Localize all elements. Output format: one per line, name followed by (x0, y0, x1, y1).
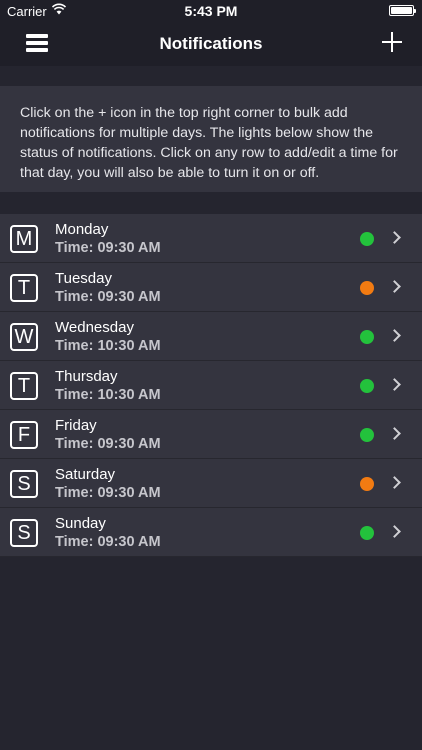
day-name: Saturday (55, 466, 116, 483)
status-light-icon (360, 281, 374, 295)
day-row-sunday[interactable]: S Sunday Time: 09:30 AM (0, 508, 422, 557)
day-row-saturday[interactable]: S Saturday Time: 09:30 AM (0, 459, 422, 508)
day-row-thursday[interactable]: T Thursday Time: 10:30 AM (0, 361, 422, 410)
day-time: Time: 09:30 AM (55, 240, 161, 256)
day-row-wednesday[interactable]: W Wednesday Time: 10:30 AM (0, 312, 422, 361)
chevron-right-icon (388, 427, 401, 440)
day-letter-badge: W (10, 323, 38, 351)
chevron-right-icon (388, 525, 401, 538)
page-title: Notifications (159, 34, 263, 53)
day-letter-badge: T (10, 274, 38, 302)
day-time: Time: 09:30 AM (55, 534, 161, 550)
day-letter-badge: M (10, 225, 38, 253)
day-name: Tuesday (55, 270, 112, 287)
day-letter-badge: S (10, 519, 38, 547)
chevron-right-icon (388, 280, 401, 293)
status-light-icon (360, 232, 374, 246)
chevron-right-icon (388, 329, 401, 342)
status-light-icon (360, 526, 374, 540)
day-time: Time: 10:30 AM (55, 338, 161, 354)
status-bar: Carrier 5:43 PM (0, 0, 422, 22)
day-time: Time: 10:30 AM (55, 387, 161, 403)
status-light-icon (360, 428, 374, 442)
day-letter-badge: F (10, 421, 38, 449)
day-row-tuesday[interactable]: T Tuesday Time: 09:30 AM (0, 263, 422, 312)
days-list: M Monday Time: 09:30 AM T Tuesday Time: 09:30… (0, 214, 422, 557)
day-time: Time: 09:30 AM (55, 485, 161, 501)
day-time: Time: 09:30 AM (55, 436, 161, 452)
day-time: Time: 09:30 AM (55, 289, 161, 305)
day-name: Thursday (55, 368, 118, 385)
instructions-text: Click on the + icon in the top right cor… (0, 86, 422, 192)
day-row-friday[interactable]: F Friday Time: 09:30 AM (0, 410, 422, 459)
day-letter-badge: S (10, 470, 38, 498)
day-name: Sunday (55, 515, 106, 532)
day-name: Wednesday (55, 319, 134, 336)
status-light-icon (360, 477, 374, 491)
navigation-bar: Notifications (0, 22, 422, 66)
chevron-right-icon (388, 231, 401, 244)
status-light-icon (360, 379, 374, 393)
day-name: Friday (55, 417, 97, 434)
day-letter-badge: T (10, 372, 38, 400)
day-row-monday[interactable]: M Monday Time: 09:30 AM (0, 214, 422, 263)
status-time: 5:43 PM (184, 3, 238, 19)
battery-icon (389, 5, 416, 16)
chevron-right-icon (388, 476, 401, 489)
status-light-icon (360, 330, 374, 344)
chevron-right-icon (388, 378, 401, 391)
add-notification-button[interactable] (382, 32, 402, 52)
day-name: Monday (55, 221, 109, 238)
